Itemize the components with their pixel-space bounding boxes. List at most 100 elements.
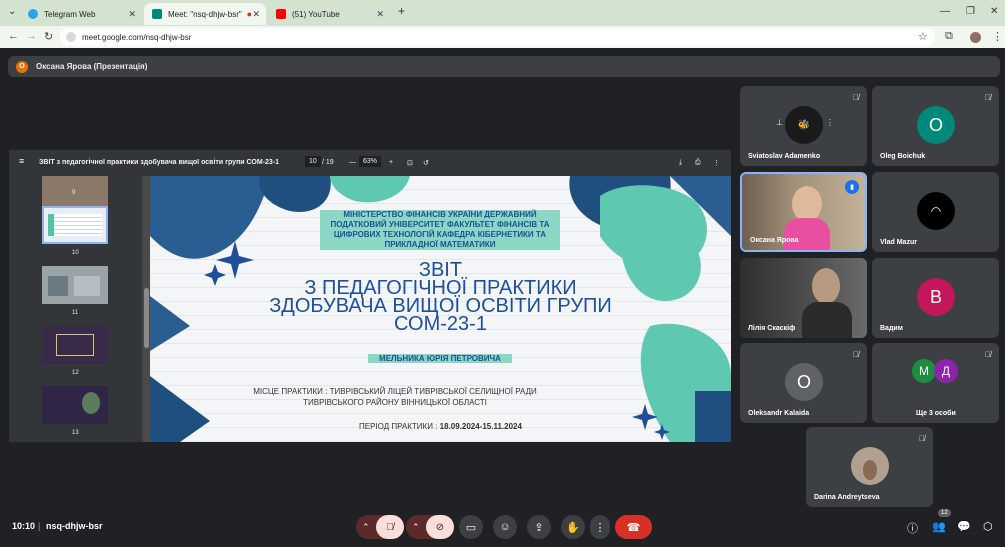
forward-icon[interactable]: → <box>26 30 37 42</box>
more-options-button[interactable]: ⋮ <box>590 515 610 539</box>
browser-nav-bar: ← → ↻ meet.google.com/nsq-dhjw-bsr ☆ ⧉ ⋮ <box>0 26 1005 48</box>
participant-tile-speaking[interactable]: ▮ Оксана Ярова <box>740 172 867 252</box>
zoom-input[interactable]: 63% <box>359 156 382 167</box>
thumbnail-number: 9 <box>72 190 76 196</box>
mic-off-icon: 🎙̸ <box>919 434 925 443</box>
minimize-icon[interactable]: — <box>940 6 950 17</box>
person-face <box>812 268 840 304</box>
pdf-scrollbar[interactable] <box>143 176 150 442</box>
more-participants-label: Ще 3 особи <box>916 410 956 417</box>
hand-icon: ✋ <box>566 521 580 534</box>
close-tab-icon[interactable]: ✕ <box>376 9 384 20</box>
info-icon[interactable]: ⓘ <box>907 520 918 536</box>
browser-tab-bar: ⌄ Telegram Web ✕ Meet: "nsq-dhjw-bsr" ● … <box>0 0 1005 26</box>
tab-search-icon[interactable]: ⌄ <box>8 6 16 17</box>
captions-icon: ▭ <box>465 521 477 534</box>
participant-tile[interactable]: 🎙̸ O Oleg Boichuk <box>872 86 999 166</box>
avatar: O <box>917 106 955 144</box>
avatar: ◠ <box>917 192 955 230</box>
mic-off-icon: 🎙̸ <box>985 93 991 102</box>
url-text: meet.google.com/nsq-dhjw-bsr <box>82 32 192 42</box>
extensions-icon[interactable]: ⧉ <box>945 30 953 43</box>
thumbnail-page-current[interactable] <box>42 206 108 244</box>
avatar: Д <box>934 359 958 383</box>
restore-icon[interactable]: ❐ <box>966 6 975 17</box>
emoji-icon: ☺ <box>499 521 511 533</box>
thumbnail-number: 13 <box>72 430 79 436</box>
mic-button-group: ⌃ 🎙̸ <box>356 515 404 539</box>
thumbnail-page[interactable] <box>42 326 108 364</box>
camera-options-chevron-icon[interactable]: ⌃ <box>412 522 420 533</box>
slide-page: МІНІСТЕРСТВО ФІНАНСІВ УКРАЇНИ ДЕРЖАВНИЙ … <box>150 176 731 442</box>
pdf-toolbar: ≡ ЗВІТ з педагогічної практики здобувача… <box>9 150 731 176</box>
avatar <box>851 447 889 485</box>
participant-tile[interactable]: 🎙̸ Darina Andreytseva <box>806 427 933 507</box>
print-icon[interactable]: ⎙ <box>695 159 701 167</box>
mic-off-icon: 🎙̸ <box>853 93 859 102</box>
mic-off-icon: 🎙̸ <box>985 350 991 359</box>
participant-name: Sviatoslav Adamenko <box>748 153 821 160</box>
emoji-button[interactable]: ☺ <box>493 515 517 539</box>
more-participants-tile[interactable]: 🎙̸ М Д Ще 3 особи <box>872 343 999 423</box>
thumbnail-page[interactable] <box>42 266 108 304</box>
tab-telegram[interactable]: Telegram Web ✕ <box>20 3 142 25</box>
participant-tile[interactable]: 🎙̸ O Oleksandr Kalaida <box>740 343 867 423</box>
tab-meet[interactable]: Meet: "nsq-dhjw-bsr" ● ✕ <box>144 3 266 25</box>
site-info-icon[interactable] <box>66 32 76 42</box>
mic-options-chevron-icon[interactable]: ⌃ <box>362 522 370 533</box>
participant-name: Вадим <box>880 325 903 332</box>
mic-off-icon: 🎙̸ <box>853 350 859 359</box>
slide-title-line4: СОМ-23-1 <box>394 313 487 335</box>
more-vert-icon: ⋮ <box>594 521 606 534</box>
mic-toggle-button[interactable]: 🎙̸ <box>376 515 404 539</box>
participant-name: Оксана Ярова <box>750 237 799 244</box>
address-bar[interactable]: meet.google.com/nsq-dhjw-bsr <box>60 28 935 46</box>
zoom-out-icon[interactable]: — <box>349 159 356 166</box>
bookmark-star-icon[interactable]: ☆ <box>918 30 928 43</box>
fit-page-icon[interactable]: ⊡ <box>407 159 413 167</box>
participant-tile[interactable]: Лілія Скаскіф <box>740 258 867 338</box>
tab-label: Meet: "nsq-dhjw-bsr" <box>168 9 242 19</box>
close-tab-icon[interactable]: ✕ <box>252 9 260 20</box>
close-tab-icon[interactable]: ✕ <box>128 9 136 20</box>
pdf-more-icon[interactable]: ⋮ <box>713 159 720 167</box>
thumbnail-page[interactable] <box>42 386 108 424</box>
scrollbar-thumb[interactable] <box>144 288 149 348</box>
pdf-viewer: ≡ ЗВІТ з педагогічної практики здобувача… <box>9 150 731 442</box>
people-count-badge: 12 <box>938 509 951 517</box>
slide-period: ПЕРІОД ПРАКТИКИ : 18.09.2024-15.11.2024 <box>150 422 731 431</box>
back-icon[interactable]: ← <box>8 30 19 42</box>
participant-name: Vlad Mazur <box>880 239 917 246</box>
present-button[interactable]: ⇪ <box>527 515 551 539</box>
thumbnail-number: 11 <box>72 310 79 316</box>
people-icon[interactable]: 👥 <box>932 520 946 533</box>
participant-tile[interactable]: 🎙̸ 🐝 ⊥ ⋮ Sviatoslav Adamenko <box>740 86 867 166</box>
camera-toggle-button[interactable]: ⊘ <box>426 515 454 539</box>
avatar: В <box>917 278 955 316</box>
more-options-icon[interactable]: ⋮ <box>826 118 834 127</box>
raise-hand-button[interactable]: ✋ <box>561 515 585 539</box>
captions-button[interactable]: ▭ <box>459 515 483 539</box>
profile-avatar[interactable] <box>970 32 981 43</box>
pdf-thumbnail-sidebar: 9 10 11 12 13 <box>9 176 141 442</box>
activities-icon[interactable]: ⬡ <box>983 520 993 533</box>
rotate-icon[interactable]: ↺ <box>423 159 429 167</box>
thumbnail-number: 12 <box>72 370 79 376</box>
slide-ministry-text: МІНІСТЕРСТВО ФІНАНСІВ УКРАЇНИ ДЕРЖАВНИЙ … <box>320 210 560 250</box>
new-tab-icon[interactable]: + <box>398 4 405 18</box>
page-number-input[interactable]: 10 <box>305 156 321 167</box>
presenter-avatar: О <box>16 60 28 73</box>
participant-tile[interactable]: ◠ Vlad Mazur <box>872 172 999 252</box>
download-icon[interactable]: ⤓ <box>679 159 682 167</box>
participant-tile[interactable]: В Вадим <box>872 258 999 338</box>
zoom-in-icon[interactable]: + <box>389 159 393 166</box>
participant-name: Лілія Скаскіф <box>748 325 796 332</box>
leave-call-button[interactable]: ☎ <box>615 515 652 539</box>
pin-icon[interactable]: ⊥ <box>776 118 783 127</box>
reload-icon[interactable]: ↻ <box>44 30 53 43</box>
close-window-icon[interactable]: ✕ <box>990 6 998 17</box>
tab-youtube[interactable]: (51) YouTube ✕ <box>268 3 390 25</box>
chat-icon[interactable]: 💬 <box>957 520 971 533</box>
menu-kebab-icon[interactable]: ⋮ <box>992 30 1003 43</box>
hamburger-menu-icon[interactable]: ≡ <box>19 156 24 166</box>
